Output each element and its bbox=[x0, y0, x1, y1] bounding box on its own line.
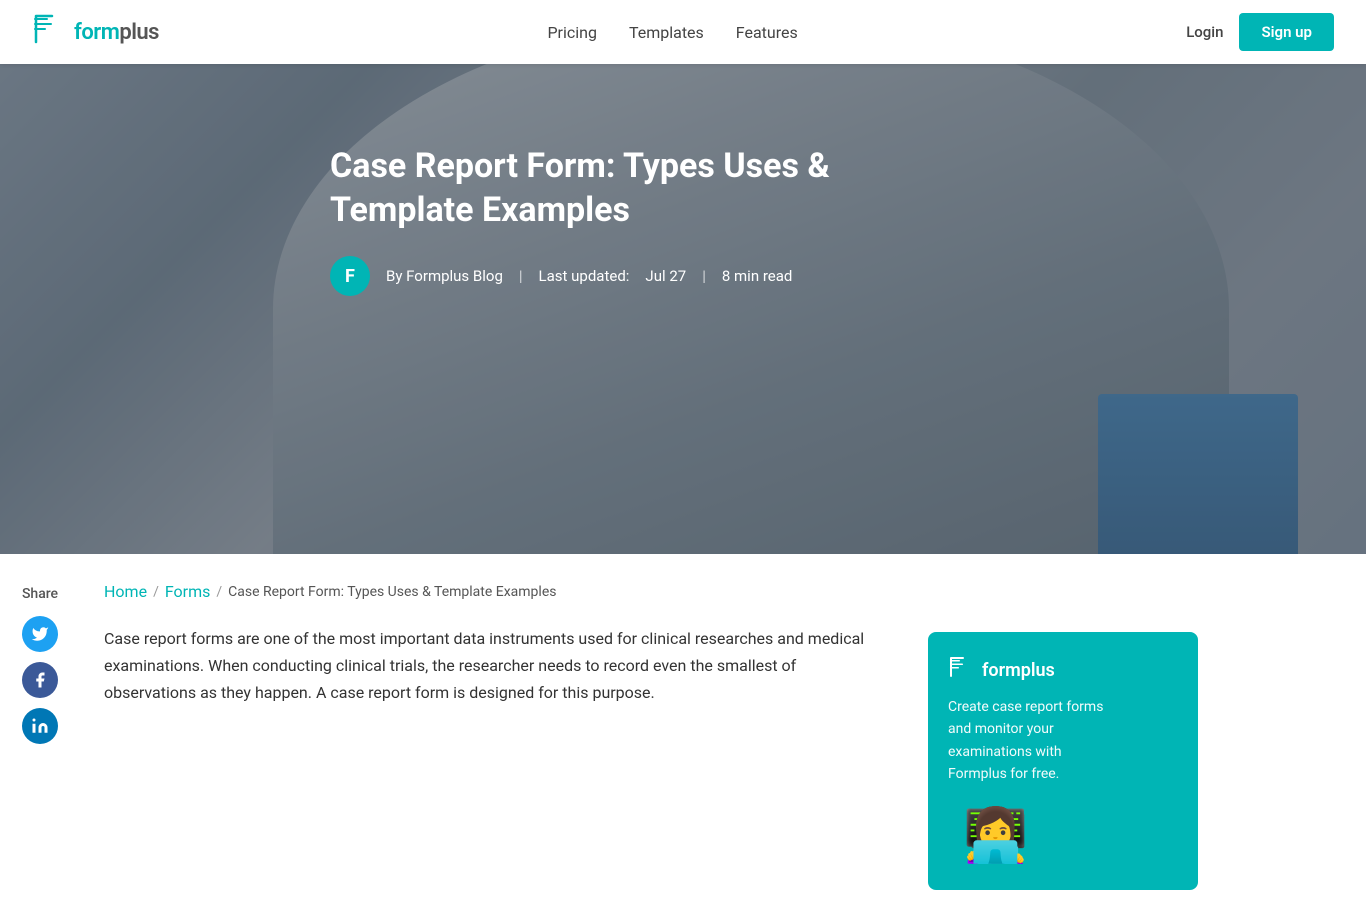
linkedin-icon bbox=[31, 717, 49, 735]
nav-features[interactable]: Features bbox=[736, 23, 798, 42]
widget-logo-icon bbox=[948, 656, 976, 684]
read-time: 8 min read bbox=[722, 267, 792, 285]
breadcrumb-current: Case Report Form: Types Uses & Template … bbox=[228, 584, 556, 600]
nav-pricing[interactable]: Pricing bbox=[547, 23, 597, 42]
hero-meta: F By Formplus Blog | Last updated: Jul 2… bbox=[330, 256, 960, 296]
signup-button[interactable]: Sign up bbox=[1239, 13, 1334, 51]
widget-description: Create case report forms and monitor you… bbox=[948, 696, 1118, 786]
last-updated-value: Jul 27 bbox=[645, 267, 686, 285]
last-updated-label: Last updated: bbox=[539, 267, 630, 285]
share-sidebar: Share bbox=[0, 582, 80, 890]
author-avatar: F bbox=[330, 256, 370, 296]
main-content: Home / Forms / Case Report Form: Types U… bbox=[80, 582, 900, 890]
breadcrumb: Home / Forms / Case Report Form: Types U… bbox=[104, 582, 876, 601]
logo-icon bbox=[32, 14, 68, 50]
hero-section: Case Report Form: Types Uses & Template … bbox=[0, 64, 1366, 554]
linkedin-share-button[interactable] bbox=[22, 708, 58, 744]
facebook-share-button[interactable] bbox=[22, 662, 58, 698]
breadcrumb-sep1: / bbox=[153, 584, 159, 600]
breadcrumb-sep2: / bbox=[216, 584, 222, 600]
author-name: By Formplus Blog bbox=[386, 267, 503, 285]
hero-title: Case Report Form: Types Uses & Template … bbox=[330, 144, 950, 232]
logo[interactable]: formplus bbox=[32, 14, 159, 50]
login-button[interactable]: Login bbox=[1186, 23, 1223, 41]
logo-text: formplus bbox=[74, 20, 159, 45]
header-actions: Login Sign up bbox=[1186, 13, 1334, 51]
twitter-icon bbox=[31, 625, 49, 643]
twitter-share-button[interactable] bbox=[22, 616, 58, 652]
breadcrumb-forms[interactable]: Forms bbox=[165, 582, 211, 601]
meta-sep2: | bbox=[702, 267, 706, 285]
widget-card: formplus Create case report forms and mo… bbox=[928, 632, 1198, 890]
widget-illustration: 👩‍💻 bbox=[948, 786, 1028, 866]
main-nav: Pricing Templates Features bbox=[547, 23, 797, 42]
content-area: Share Home / Forms / Case Report Form: T… bbox=[0, 554, 1366, 918]
facebook-icon bbox=[31, 671, 49, 689]
share-label: Share bbox=[22, 586, 58, 602]
site-header: formplus Pricing Templates Features Logi… bbox=[0, 0, 1366, 64]
breadcrumb-home[interactable]: Home bbox=[104, 582, 147, 601]
sidebar-widget: formplus Create case report forms and mo… bbox=[928, 632, 1198, 890]
nav-templates[interactable]: Templates bbox=[629, 23, 704, 42]
article-intro-1: Case report forms are one of the most im… bbox=[104, 625, 876, 707]
hero-content: Case Report Form: Types Uses & Template … bbox=[0, 64, 960, 296]
widget-logo-text: formplus bbox=[982, 660, 1055, 681]
widget-logo: formplus bbox=[948, 656, 1178, 684]
meta-sep1: | bbox=[519, 267, 523, 285]
